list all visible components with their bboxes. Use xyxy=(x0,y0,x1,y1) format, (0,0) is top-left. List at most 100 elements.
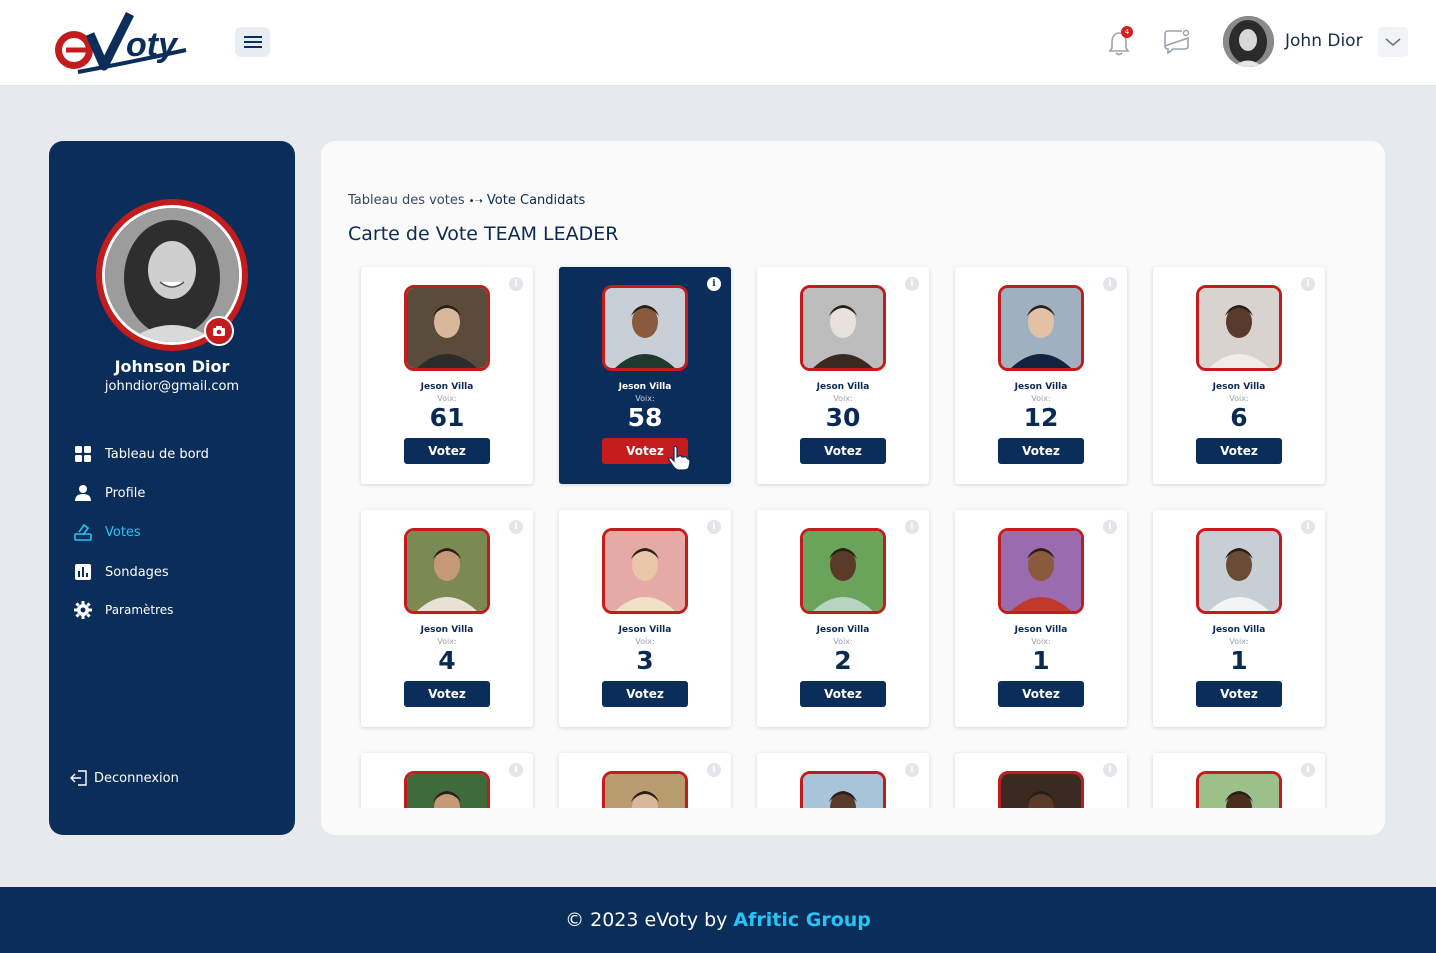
change-photo-button[interactable] xyxy=(204,316,234,346)
votes-label: Voix: xyxy=(635,394,655,403)
candidate-card[interactable]: iVoix:Votez xyxy=(559,753,731,808)
profile-email: johndior@gmail.com xyxy=(104,379,240,394)
candidate-photo xyxy=(998,528,1084,614)
chart-icon xyxy=(73,562,93,582)
candidate-photo xyxy=(800,285,886,371)
nav-item-dashboard[interactable]: Tableau de bord xyxy=(73,444,209,464)
vote-count: 1 xyxy=(1230,646,1248,675)
candidate-photo xyxy=(800,771,886,808)
nav-item-sondages[interactable]: Sondages xyxy=(73,562,169,582)
notification-badge: 4 xyxy=(1121,26,1133,38)
nav-item-parametres[interactable]: Paramètres xyxy=(73,600,173,620)
candidate-card[interactable]: iVoix:Votez xyxy=(757,753,929,808)
candidate-card[interactable]: iVoix:Votez xyxy=(955,753,1127,808)
user-menu-button[interactable] xyxy=(1378,27,1408,57)
info-icon[interactable]: i xyxy=(1103,277,1117,291)
nav-label: Votes xyxy=(105,524,141,540)
candidate-name: Jeson Villa xyxy=(1212,382,1266,392)
vote-button[interactable]: Votez xyxy=(404,681,490,707)
info-icon[interactable]: i xyxy=(509,277,523,291)
candidate-card[interactable]: i Jeson Villa Voix: 6 Votez xyxy=(1153,267,1325,484)
candidate-card[interactable]: i Jeson Villa Voix: 2 Votez xyxy=(757,510,929,727)
vote-count: 58 xyxy=(627,403,663,432)
vote-count: 4 xyxy=(438,646,456,675)
votes-label: Voix: xyxy=(1229,394,1249,403)
user-name[interactable]: John Dior xyxy=(1285,31,1363,51)
menu-toggle-button[interactable] xyxy=(235,27,270,57)
candidate-card[interactable]: i Jeson Villa Voix: 12 Votez xyxy=(955,267,1127,484)
candidate-photo xyxy=(998,771,1084,808)
nav-item-profile[interactable]: Profile xyxy=(73,483,145,503)
votes-label: Voix: xyxy=(833,637,853,646)
info-icon[interactable]: i xyxy=(905,520,919,534)
vote-button[interactable]: Votez xyxy=(998,438,1084,464)
info-icon[interactable]: i xyxy=(905,763,919,777)
candidate-card[interactable]: i Jeson Villa Voix: 3 Votez xyxy=(559,510,731,727)
vote-button[interactable]: Votez xyxy=(1196,438,1282,464)
votes-label: Voix: xyxy=(1031,394,1051,403)
vote-count: 3 xyxy=(636,646,654,675)
info-icon[interactable]: i xyxy=(1103,763,1117,777)
vote-button[interactable]: Votez xyxy=(800,438,886,464)
candidate-photo xyxy=(1196,771,1282,808)
info-icon[interactable]: i xyxy=(707,520,721,534)
candidate-card[interactable]: i Jeson Villa Voix: 1 Votez xyxy=(955,510,1127,727)
hand-cursor-icon xyxy=(668,445,691,471)
breadcrumb-arrow-icon: •➝ xyxy=(468,196,483,207)
candidate-photo xyxy=(1196,528,1282,614)
vote-button[interactable]: Votez xyxy=(800,681,886,707)
breadcrumb-parent[interactable]: Tableau des votes xyxy=(348,193,465,208)
info-icon[interactable]: i xyxy=(707,763,721,777)
candidate-card[interactable]: i Jeson Villa Voix: 61 Votez xyxy=(361,267,533,484)
info-icon[interactable]: i xyxy=(1301,520,1315,534)
candidate-name: Jeson Villa xyxy=(1014,382,1068,392)
candidate-name: Jeson Villa xyxy=(618,382,672,392)
candidate-card[interactable]: i Jeson Villa Voix: 58 Votez xyxy=(559,267,731,484)
candidate-photo xyxy=(602,285,688,371)
menu-icon xyxy=(243,36,262,48)
info-icon[interactable]: i xyxy=(905,277,919,291)
info-icon[interactable]: i xyxy=(509,520,523,534)
votes-label: Voix: xyxy=(635,637,655,646)
votes-label: Voix: xyxy=(1031,637,1051,646)
profile-name: Johnson Dior xyxy=(114,357,230,376)
info-icon[interactable]: i xyxy=(707,277,721,291)
footer-brand-link[interactable]: Afritic Group xyxy=(733,909,870,931)
vote-button[interactable]: Votez xyxy=(404,438,490,464)
candidate-photo xyxy=(404,528,490,614)
info-icon[interactable]: i xyxy=(1103,520,1117,534)
nav-label: Profile xyxy=(105,485,146,501)
camera-icon xyxy=(213,326,225,336)
vote-button[interactable]: Votez xyxy=(602,681,688,707)
candidate-name: Jeson Villa xyxy=(1014,625,1068,635)
nav-label: Paramètres xyxy=(105,603,174,617)
vote-button[interactable]: Votez xyxy=(998,681,1084,707)
logout-icon xyxy=(70,770,87,786)
candidate-card[interactable]: iVoix:Votez xyxy=(361,753,533,808)
candidate-card[interactable]: i Jeson Villa Voix: 1 Votez xyxy=(1153,510,1325,727)
candidate-photo xyxy=(602,771,688,808)
candidate-name: Jeson Villa xyxy=(420,625,474,635)
top-header: oty 4 John Dior xyxy=(0,0,1436,86)
vote-count: 12 xyxy=(1023,403,1059,432)
candidate-name: Jeson Villa xyxy=(618,625,672,635)
nav-item-votes[interactable]: Votes xyxy=(73,522,141,542)
candidate-name: Jeson Villa xyxy=(420,382,474,392)
info-icon[interactable]: i xyxy=(1301,763,1315,777)
candidate-card[interactable]: i Jeson Villa Voix: 4 Votez xyxy=(361,510,533,727)
candidate-card[interactable]: iVoix:Votez xyxy=(1153,753,1325,808)
chat-icon[interactable] xyxy=(1160,26,1192,58)
user-avatar[interactable] xyxy=(1223,16,1274,67)
chevron-down-icon xyxy=(1385,38,1401,47)
candidate-photo xyxy=(404,771,490,808)
votes-label: Voix: xyxy=(437,394,457,403)
vote-button[interactable]: Votez xyxy=(1196,681,1282,707)
info-icon[interactable]: i xyxy=(1301,277,1315,291)
candidate-card[interactable]: i Jeson Villa Voix: 30 Votez xyxy=(757,267,929,484)
evoty-logo[interactable]: oty xyxy=(52,10,202,76)
candidate-name: Jeson Villa xyxy=(816,382,870,392)
logout-button[interactable]: Deconnexion xyxy=(70,769,179,787)
info-icon[interactable]: i xyxy=(509,763,523,777)
footer: © 2023 eVoty by Afritic Group xyxy=(0,887,1436,953)
page-title: Carte de Vote TEAM LEADER xyxy=(348,223,619,245)
